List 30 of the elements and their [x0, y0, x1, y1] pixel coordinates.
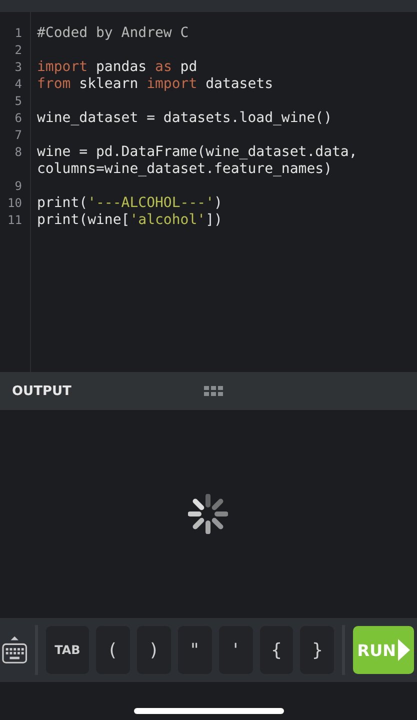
keyboard-icon[interactable] — [2, 635, 28, 665]
key-button[interactable]: " — [178, 626, 212, 674]
key-button[interactable]: ( — [96, 626, 130, 674]
code-line: wine_dataset = datasets.load_wine() — [37, 110, 332, 126]
output-title: OUTPUT — [12, 384, 72, 398]
key-button[interactable]: TAB — [46, 626, 89, 674]
code-line: wine = pd.DataFrame(wine_dataset.data, — [37, 144, 358, 160]
drag-handle-icon[interactable] — [204, 386, 224, 396]
line-number: 3 — [14, 59, 22, 76]
line-number: 8 — [14, 144, 22, 161]
line-number: 9 — [14, 178, 22, 195]
line-number: 1 — [14, 25, 22, 42]
line-number: 4 — [14, 76, 22, 93]
line-number: 5 — [14, 93, 22, 110]
code-line: print('---ALCOHOL---') — [37, 195, 222, 211]
key-button[interactable]: } — [300, 626, 334, 674]
line-number: 7 — [14, 127, 22, 144]
code-line: #Coded by Andrew C — [37, 25, 189, 41]
code-line: import pandas as pd — [37, 59, 198, 75]
line-number: 2 — [14, 42, 22, 59]
code-line: print(wine['alcohol']) — [37, 212, 222, 228]
code-line: columns=wine_dataset.feature_names) — [37, 161, 332, 177]
play-icon — [398, 639, 410, 661]
line-number: 11 — [6, 212, 22, 229]
key-button[interactable]: { — [260, 626, 294, 674]
line-number: 10 — [6, 195, 22, 212]
line-number: 6 — [14, 110, 22, 127]
code-line: from sklearn import datasets — [37, 76, 274, 92]
key-button[interactable]: ) — [136, 626, 171, 674]
key-button[interactable]: ' — [218, 626, 253, 674]
